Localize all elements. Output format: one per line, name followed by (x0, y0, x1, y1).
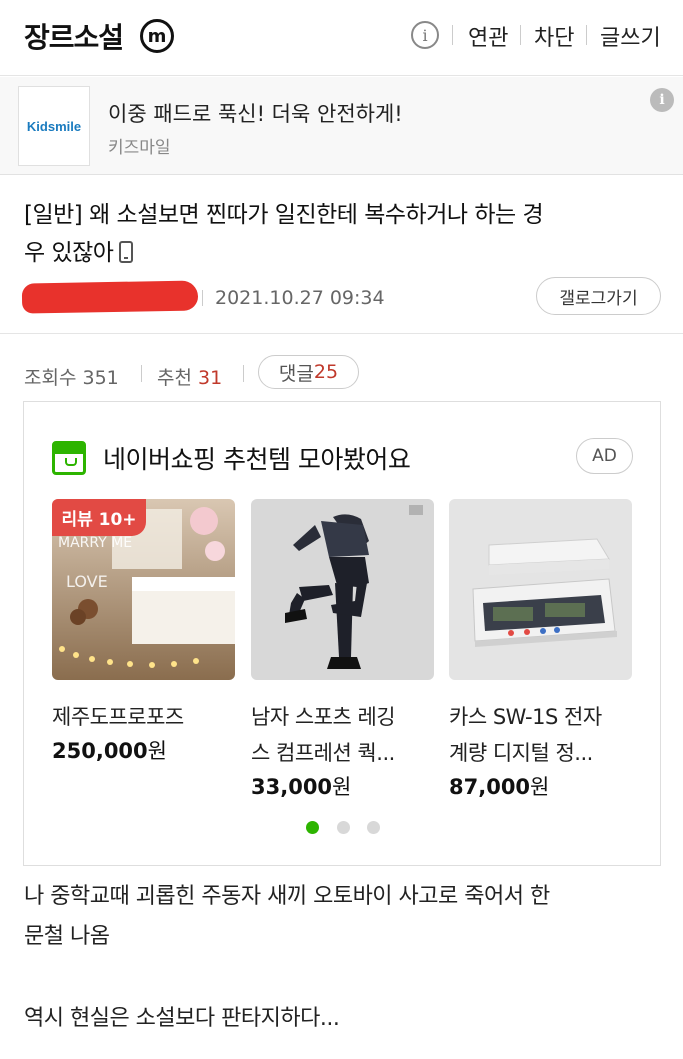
recommend-value: 31 (198, 367, 223, 389)
comment-button[interactable]: 댓글 25 (258, 355, 359, 389)
product-name[interactable]: 카스 SW-1S 전자계량 디지털 정... (449, 699, 632, 771)
recommend-label: 추천 (157, 367, 192, 389)
header-divider (586, 25, 587, 45)
ad-info-icon[interactable]: i (650, 88, 674, 112)
svg-text:MARRY ME: MARRY ME (58, 535, 132, 551)
info-icon[interactable]: i (411, 21, 439, 49)
product-image[interactable] (251, 499, 434, 680)
price-unit: 원 (530, 775, 550, 799)
gallery-title[interactable]: 장르소설 (24, 16, 124, 56)
minor-gallery-badge-icon: m (140, 19, 174, 53)
header-divider (452, 25, 453, 45)
product-price: 250,000원 (52, 735, 167, 765)
comment-label: 댓글 (278, 362, 314, 385)
stat-divider (243, 365, 244, 382)
product-name-line1: 남자 스포츠 레깅 (251, 705, 396, 729)
ad-headline[interactable]: 이중 패드로 푹신! 더욱 안전하게! (108, 98, 403, 128)
related-link[interactable]: 연관 (468, 20, 508, 52)
svg-text:LOVE: LOVE (66, 572, 108, 591)
mobile-icon (119, 241, 134, 263)
product-name[interactable]: 남자 스포츠 레깅스 컴프레션 쿽... (251, 699, 434, 771)
product-price-value: 33,000 (251, 775, 333, 799)
shopping-widget-title: 네이버쇼핑 추천템 모아봤어요 (103, 445, 411, 474)
stat-divider (141, 365, 142, 382)
post-title-line2: 우 있잖아 (24, 240, 114, 266)
comment-count: 25 (313, 361, 339, 383)
carousel-dot[interactable] (367, 821, 380, 834)
ad-advertiser-name: 키즈마일 (108, 138, 171, 158)
view-count: 조회수 351 (24, 363, 119, 390)
product-name[interactable]: 제주도프로포즈 (52, 699, 235, 735)
product-name-line1: 카스 SW-1S 전자 (449, 705, 602, 729)
carousel-dot[interactable] (306, 821, 319, 834)
price-unit: 원 (332, 775, 352, 799)
post-title-line1: [일반] 왜 소설보면 찐따가 일진한테 복수하거나 하는 경 (24, 202, 544, 228)
product-name-line2: 스 컴프레션 쿽... (251, 741, 395, 765)
naver-shopping-bag-icon (52, 441, 86, 475)
divider (0, 333, 683, 334)
recommend-count: 추천 31 (157, 363, 222, 390)
product-price: 33,000원 (251, 771, 351, 801)
product-price: 87,000원 (449, 771, 549, 801)
post-body-line: 문철 나옴 (24, 924, 110, 949)
gallog-button[interactable]: 갤로그가기 (536, 277, 661, 315)
write-post-link[interactable]: 글쓰기 (600, 20, 661, 52)
post-body-line: 나 중학교때 괴롭힌 주동자 새끼 오토바이 사고로 죽어서 한 (24, 884, 550, 909)
price-unit: 원 (147, 739, 167, 763)
post-date: 2021.10.27 09:34 (215, 287, 385, 309)
redacted-author-mark (21, 280, 199, 314)
post-body-line: 역시 현실은 소설보다 판타지하다... (24, 1006, 340, 1031)
advertiser-logo-text: Kidsmile (26, 118, 82, 134)
product-name-line1: 제주도프로포즈 (52, 705, 184, 729)
post-title: [일반] 왜 소설보면 찐따가 일진한테 복수하거나 하는 경 우 있잖아 (24, 196, 664, 272)
product-price-value: 87,000 (449, 775, 531, 799)
view-count-label: 조회수 (24, 367, 77, 389)
product-name-line2: 계량 디지털 정... (449, 741, 593, 765)
ad-badge[interactable]: AD (576, 438, 633, 474)
review-badge: 리뷰 10+ (52, 499, 146, 536)
carousel-dot[interactable] (337, 821, 350, 834)
header-divider (520, 25, 521, 45)
product-image[interactable] (449, 499, 632, 680)
product-price-value: 250,000 (52, 739, 148, 763)
view-count-value: 351 (82, 367, 119, 389)
advertiser-logo[interactable]: Kidsmile (18, 86, 90, 166)
block-link[interactable]: 차단 (534, 20, 574, 52)
meta-divider (202, 290, 203, 306)
